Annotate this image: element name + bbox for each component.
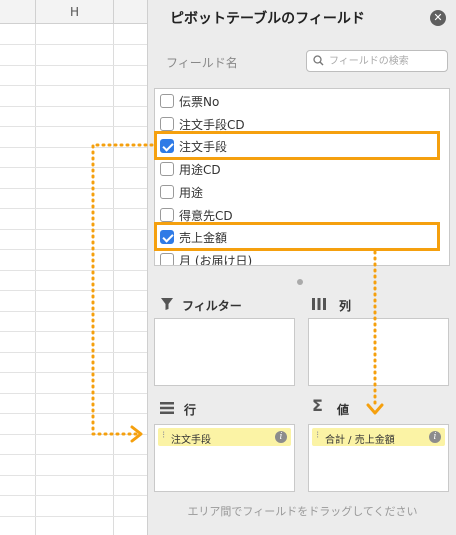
field-search-input[interactable] [329,53,445,69]
grid-line [0,454,150,455]
filter-drop-area[interactable] [154,318,295,386]
filter-funnel-icon [161,298,173,310]
panel-title: ピボットテーブルのフィールド [170,11,365,27]
drag-hint-text: エリア間でフィールドをドラッグしてください [187,505,418,518]
grid-line [0,290,150,291]
field-checkbox[interactable] [160,94,174,108]
values-area-title: 値 [337,403,350,417]
column-header-h[interactable]: H [36,0,114,24]
grid-line [0,474,150,476]
grid-line [0,392,150,394]
rows-icon [160,402,174,414]
values-drop-area[interactable]: ⁝ 合計 / 売上金額 i [308,424,449,492]
field-label: 用途CD [179,163,221,178]
rows-drop-area[interactable]: ⁝ 注文手段 i [154,424,295,492]
grid-line [113,24,114,535]
info-icon[interactable]: i [275,431,287,443]
grid-line [0,126,150,127]
field-item[interactable]: 用途 [155,181,449,203]
field-label: 得意先CD [179,208,233,223]
grid-line [0,351,150,353]
splitter-handle[interactable] [297,279,303,285]
field-item[interactable]: 月 (お届け日) [155,249,449,266]
field-label: 月 (お届け日) [179,253,253,266]
columns-drop-area[interactable] [308,318,449,386]
highlight-box-order-method [154,131,440,160]
field-label: 用途 [179,185,204,200]
close-icon[interactable]: ✕ [430,10,446,26]
column-header-g[interactable] [0,0,36,24]
grid-line [0,64,150,66]
field-name-heading: フィールド名 [166,56,238,70]
field-checkbox[interactable] [160,207,174,222]
grid-line [0,515,150,517]
column-header-i[interactable] [114,0,150,24]
grid-line [0,433,150,435]
values-field-label: 合計 / 売上金額 [325,435,395,446]
search-icon [313,55,324,66]
field-checkbox[interactable] [160,116,174,131]
grid-line [0,146,150,148]
grid-line [0,85,150,86]
grid-line [35,24,36,535]
info-icon[interactable]: i [429,431,441,443]
grid-line [0,269,150,271]
grid-line [0,249,150,250]
grid-line [0,331,150,332]
grid-line [0,208,150,209]
field-checkbox[interactable] [160,162,174,177]
pivot-field-panel: ピボットテーブルのフィールド ✕ フィールド名 伝票No注文手段CD注文手段用途… [147,0,456,535]
grid-line [0,167,150,168]
grid-line [0,372,150,373]
grid-line [0,228,150,230]
drag-grip-icon[interactable]: ⁝ [316,430,319,441]
field-checkbox[interactable] [160,252,174,265]
rows-area-title: 行 [184,403,197,417]
rows-field-label: 注文手段 [171,435,211,446]
grid-line [0,44,150,45]
field-item[interactable]: 伝票No [155,90,449,112]
grid-line [0,495,150,496]
drag-grip-icon[interactable]: ⁝ [162,430,165,441]
values-field-pill[interactable]: ⁝ 合計 / 売上金額 i [312,428,445,446]
grid-line [0,310,150,312]
columns-area-title: 列 [339,299,352,313]
field-item[interactable]: 用途CD [155,158,449,180]
grid-line [0,413,150,414]
field-checkbox[interactable] [160,184,174,199]
grid-line [0,105,150,107]
columns-icon [312,298,326,310]
spreadsheet-grid[interactable]: H [0,0,150,535]
sigma-icon: Σ [312,396,323,415]
field-label: 伝票No [179,95,220,109]
filter-area-title: フィルター [182,299,242,313]
highlight-box-sales-amount [154,222,440,251]
rows-field-pill[interactable]: ⁝ 注文手段 i [158,428,291,446]
grid-line [0,187,150,189]
field-search-box[interactable] [306,50,448,72]
